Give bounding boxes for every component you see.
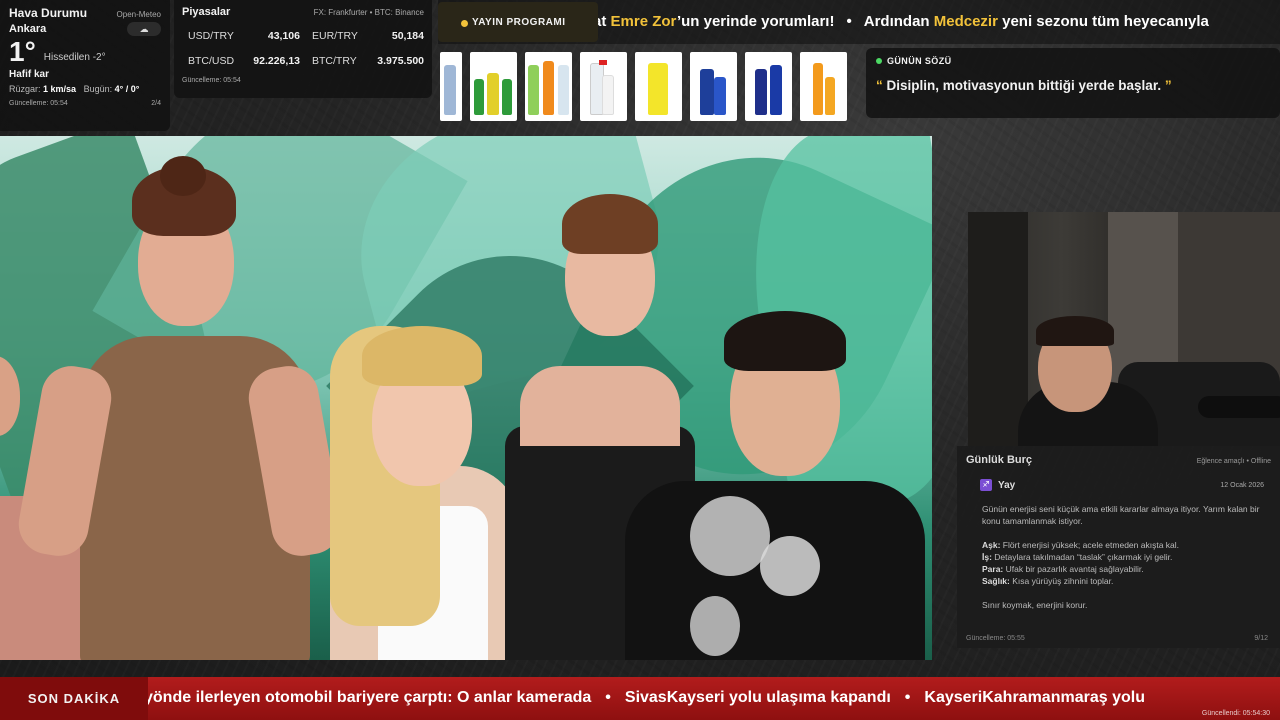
quote-body: Disiplin, motivasyonun bittiği yerde baş… (886, 78, 1162, 93)
horoscope-advice: Sınır koymak, enerjini korur. (982, 600, 1088, 610)
sagittarius-icon: ♐ (980, 479, 992, 491)
weather-temperature: 1° (9, 36, 36, 67)
horoscope-updated: Güncelleme: 05:55 (966, 635, 1025, 642)
news-item: KayseriKahramanmaraş yolu (924, 689, 1145, 706)
horoscope-source: Eğlence amaçlı • Offline (1196, 458, 1271, 465)
money-label: Para: (982, 564, 1004, 574)
rate-symbol: BTC/TRY (312, 55, 357, 67)
weather-title: Hava Durumu (9, 6, 88, 20)
horoscope-love: Aşk: Flört enerjisi yüksek; acele etmede… (982, 539, 1271, 551)
markets-title: Piyasalar (182, 6, 231, 18)
weather-source: Open-Meteo (116, 10, 161, 19)
health-text: Kısa yürüyüş zihnini toplar. (1009, 576, 1114, 586)
markets-updated: Güncelleme: 05:54 (182, 77, 241, 84)
breaking-news-ticker: yönde ilerleyen otomobil bariyere çarptı… (144, 689, 1145, 707)
today-label: Bugün: (83, 84, 113, 94)
rate-symbol: USD/TRY (188, 30, 234, 42)
news-separator: • (605, 689, 611, 706)
weather-details: Rüzgar: 1 km/sa Bugün: 4° / 0° (9, 84, 161, 94)
weather-widget: Hava Durumu Open-Meteo Ankara ☁ 1° Hisse… (0, 0, 170, 131)
rate-value: 3.975.500 (377, 55, 424, 67)
horoscope-date: 12 Ocak 2026 (1220, 481, 1264, 489)
program-schedule-label: YAYIN PROGRAMI (472, 16, 566, 28)
sponsor-product-strip (440, 52, 847, 121)
streamer-webcam (968, 212, 1280, 446)
work-text: Detaylara takılmadan “taslak” çıkarmak i… (991, 552, 1173, 562)
horoscope-title: Günlük Burç (966, 454, 1033, 466)
rate-value: 43,106 (267, 30, 300, 42)
ticker-separator: • (846, 13, 852, 30)
money-text: Ufak bir pazarlık avantaj sağlayabilir. (1003, 564, 1144, 574)
product-image (635, 52, 682, 121)
horoscope-body: Günün enerjisi seni küçük ama etkili kar… (966, 503, 1271, 611)
daily-horoscope-widget: Günlük Burç Eğlence amaçlı • Offline ♐ Y… (957, 446, 1280, 648)
rate-btc-try: BTC/TRY 3.975.500 (312, 55, 424, 67)
weather-page-indicator: 2/4 (151, 100, 161, 107)
breaking-news-badge: SON DAKİKA (0, 677, 148, 720)
ticker-highlight: Emre Zor (610, 13, 677, 30)
product-image (800, 52, 847, 121)
horoscope-summary: Günün enerjisi seni küçük ama etkili kar… (982, 504, 1260, 526)
horoscope-sign: ♐ Yay (980, 479, 1015, 491)
program-ticker: YAYIN PROGRAMI at Emre Zor’un yerinde yo… (438, 0, 1280, 44)
wind-label: Rüzgar: (9, 84, 41, 94)
rate-value: 50,184 (391, 30, 424, 42)
product-image (440, 52, 462, 121)
wind-value: 1 km/sa (43, 84, 77, 94)
quote-open-mark: “ (876, 78, 883, 93)
product-image (470, 52, 517, 121)
quote-close-mark: ” (1164, 78, 1172, 93)
live-dot-icon (461, 20, 468, 27)
ticker-segment: ’un yerinde yorumları! (676, 13, 835, 30)
weather-condition: Hafif kar (9, 69, 50, 80)
product-image (745, 52, 792, 121)
ticker-segment: yeni sezonu tüm heyecanıyla (997, 13, 1209, 30)
news-item: yönde ilerleyen otomobil bariyere çarptı… (144, 689, 592, 706)
markets-source: FX: Frankfurter • BTC: Binance (313, 8, 424, 17)
breaking-updated: Güncellendi: 05:54:30 (1201, 710, 1270, 717)
weather-city: Ankara (9, 23, 47, 35)
main-video-feed[interactable] (0, 136, 932, 660)
rate-value: 92.226,13 (253, 55, 300, 67)
rate-symbol: EUR/TRY (312, 30, 358, 42)
program-ticker-text: at Emre Zor’un yerinde yorumları! • Ardınd… (593, 13, 1209, 30)
quote-of-the-day: GÜNÜN SÖZÜ “ Disiplin, motivasyonun bitt… (866, 48, 1280, 118)
program-schedule-badge: YAYIN PROGRAMI (438, 2, 598, 42)
rate-usd-try: USD/TRY 43,106 (188, 30, 300, 42)
horoscope-money: Para: Ufak bir pazarlık avantaj sağlayab… (982, 563, 1271, 575)
horoscope-page-indicator: 9/12 (1254, 635, 1268, 642)
weather-updated: Güncelleme: 05:54 (9, 100, 68, 107)
quote-text: “ Disiplin, motivasyonun bittiği yerde b… (876, 78, 1270, 93)
health-label: Sağlık: (982, 576, 1010, 586)
breaking-news-bar: SON DAKİKA yönde ilerleyen otomobil bari… (0, 677, 1280, 720)
product-image (525, 52, 572, 121)
markets-widget: Piyasalar FX: Frankfurter • BTC: Binance… (174, 0, 432, 98)
weather-feels-like: Hissedilen -2° (43, 52, 106, 63)
horoscope-health: Sağlık: Kısa yürüyüş zihnini toplar. (982, 575, 1271, 587)
love-label: Aşk: (982, 540, 1001, 550)
streamer-hair (1036, 316, 1114, 346)
snow-cloud-icon: ☁ (127, 22, 161, 36)
ticker-segment: Ardından (863, 13, 934, 30)
rate-symbol: BTC/USD (188, 55, 235, 67)
rate-eur-try: EUR/TRY 50,184 (312, 30, 424, 42)
news-separator: • (904, 689, 911, 706)
status-dot-icon (876, 58, 882, 64)
horoscope-work: İş: Detaylara takılmadan “taslak” çıkarm… (982, 551, 1271, 563)
today-range: 4° / 0° (114, 84, 140, 94)
horoscope-sign-name: Yay (998, 479, 1016, 491)
microphone-arm (1198, 396, 1280, 418)
product-image (690, 52, 737, 121)
quote-label: GÜNÜN SÖZÜ (887, 56, 952, 66)
news-item: SivasKayseri yolu ulaşıma kapandı (624, 689, 891, 706)
product-image (580, 52, 627, 121)
ticker-highlight: Medcezir (933, 13, 998, 30)
work-label: İş: (982, 552, 992, 562)
love-text: Flört enerjisi yüksek; acele etmeden akı… (1000, 540, 1180, 550)
rate-btc-usd: BTC/USD 92.226,13 (188, 55, 300, 67)
